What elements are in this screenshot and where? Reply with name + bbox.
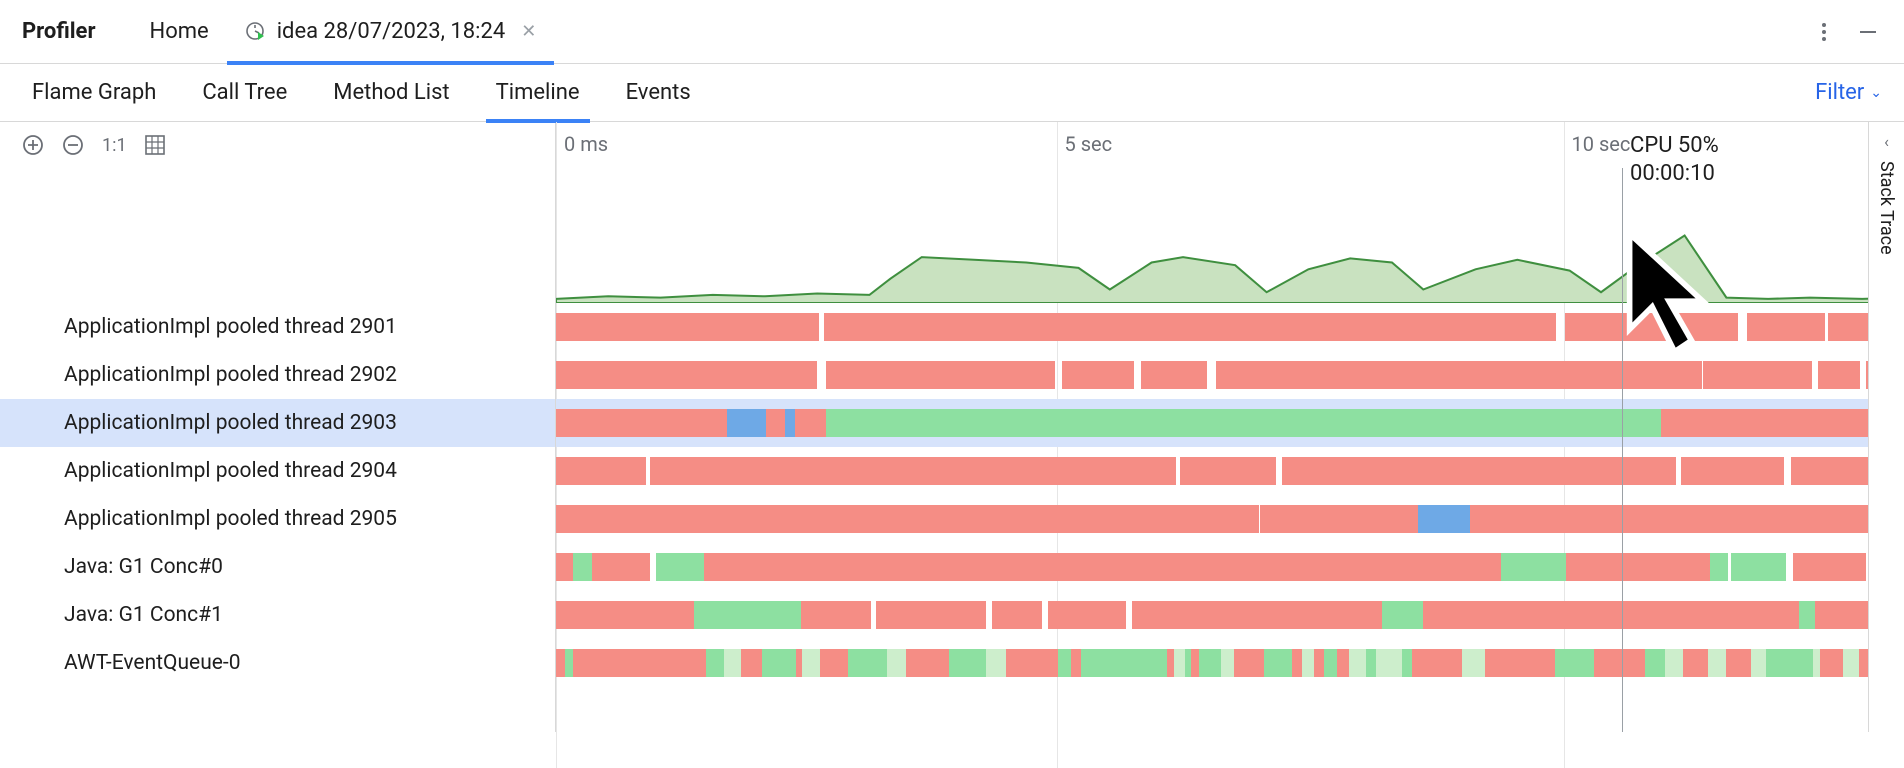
thread-row[interactable]: AWT-EventQueue-0 [0, 639, 555, 687]
thread-list: ApplicationImpl pooled thread 2901Applic… [0, 303, 555, 732]
ruler-tick: 5 sec [1065, 132, 1113, 156]
tab-timeline[interactable]: Timeline [486, 64, 590, 122]
chevron-left-icon: ‹ [1884, 132, 1889, 151]
tab-home-label: Home [150, 19, 209, 44]
thread-row[interactable]: Java: G1 Conc#0 [0, 543, 555, 591]
timeline-main: 1:1 ApplicationImpl pooled thread 2901Ap… [0, 122, 1904, 732]
thread-lane[interactable] [556, 447, 1904, 495]
tab-events[interactable]: Events [616, 64, 701, 122]
more-icon[interactable] [1802, 22, 1846, 42]
tab-method-list[interactable]: Method List [323, 64, 459, 122]
filter-dropdown[interactable]: Filter ⌄ [1815, 80, 1882, 105]
timeline-toolbar: 1:1 [0, 122, 555, 168]
ruler-tick: 0 ms [564, 132, 608, 156]
thread-lane[interactable] [556, 303, 1904, 351]
thread-lane[interactable] [556, 543, 1904, 591]
thread-lanes[interactable] [556, 303, 1904, 732]
thread-row[interactable]: ApplicationImpl pooled thread 2904 [0, 447, 555, 495]
ruler-tick: 10 sec [1572, 132, 1631, 156]
thread-row[interactable]: ApplicationImpl pooled thread 2905 [0, 495, 555, 543]
tab-call-tree[interactable]: Call Tree [192, 64, 297, 122]
zoom-in-icon[interactable] [22, 134, 44, 156]
thread-lane[interactable] [556, 639, 1904, 687]
filter-label: Filter [1815, 80, 1864, 105]
grid-icon[interactable] [145, 135, 165, 155]
stack-trace-panel-toggle[interactable]: ‹ Stack Trace [1868, 122, 1904, 732]
profiler-header: Profiler Home idea 28/07/2023, 18:24 ✕ [0, 0, 1904, 64]
close-icon[interactable]: ✕ [521, 21, 536, 42]
thread-lane[interactable] [556, 591, 1904, 639]
tab-session-label: idea 28/07/2023, 18:24 [277, 19, 506, 44]
minimize-icon[interactable] [1846, 22, 1890, 42]
run-icon [245, 21, 267, 43]
thread-lane[interactable] [556, 399, 1904, 447]
thread-lane[interactable] [556, 495, 1904, 543]
tab-flame-graph[interactable]: Flame Graph [22, 64, 166, 122]
thread-row[interactable]: ApplicationImpl pooled thread 2903 [0, 399, 555, 447]
view-tabs: Flame Graph Call Tree Method List Timeli… [0, 64, 1904, 122]
timeline-left-column: 1:1 ApplicationImpl pooled thread 2901Ap… [0, 122, 556, 732]
tab-home[interactable]: Home [132, 0, 227, 64]
stack-trace-label: Stack Trace [1876, 161, 1897, 255]
thread-row[interactable]: ApplicationImpl pooled thread 2901 [0, 303, 555, 351]
tab-session[interactable]: idea 28/07/2023, 18:24 ✕ [227, 0, 555, 64]
chevron-down-icon: ⌄ [1870, 85, 1882, 101]
thread-row[interactable]: Java: G1 Conc#1 [0, 591, 555, 639]
zoom-reset-button[interactable]: 1:1 [102, 135, 127, 156]
time-ruler: 0 ms 5 sec 10 sec [556, 122, 1904, 168]
cpu-chart[interactable]: CPU 50% 00:00:10 [556, 168, 1904, 303]
zoom-out-icon[interactable] [62, 134, 84, 156]
timeline-right-column: 0 ms 5 sec 10 sec CPU 50% 00:00:10 ‹ Stack… [556, 122, 1904, 732]
profiler-title: Profiler [22, 19, 96, 44]
thread-lane[interactable] [556, 351, 1904, 399]
thread-row[interactable]: ApplicationImpl pooled thread 2902 [0, 351, 555, 399]
